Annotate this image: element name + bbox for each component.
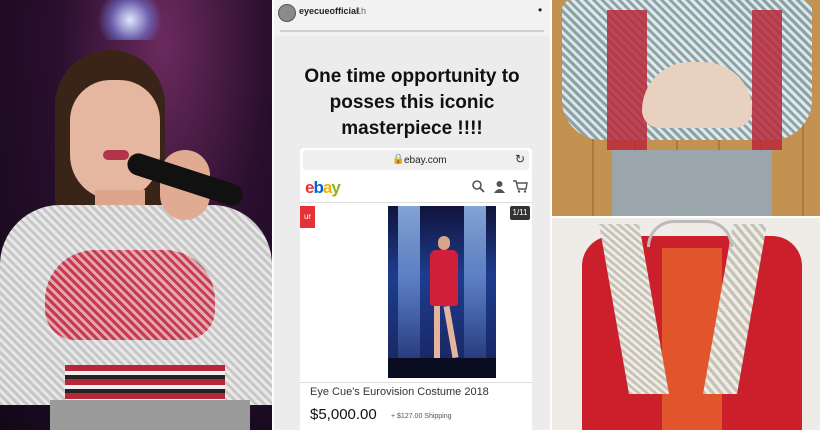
stage-light: [95, 0, 165, 40]
costume-top-photo: [552, 0, 820, 216]
face: [70, 80, 160, 200]
search-icon[interactable]: [472, 180, 485, 196]
instagram-story: eyecueofficial 1h • One time opportunity…: [274, 0, 550, 430]
grey-bodysuit: [612, 150, 772, 216]
item-divider: [300, 382, 532, 383]
ebay-logo[interactable]: ebay: [305, 178, 341, 198]
lock-icon: 🔒: [392, 154, 405, 165]
performer-head: [438, 236, 450, 250]
lips: [103, 150, 129, 160]
red-panel: [752, 10, 782, 150]
red-jacket-photo: [552, 218, 820, 430]
light-beam: [464, 206, 486, 378]
story-headline: One time opportunity to posses this icon…: [304, 66, 520, 139]
header-divider: [300, 202, 532, 203]
url-text: ebay.com: [404, 155, 447, 166]
more-options-icon[interactable]: •: [538, 3, 542, 17]
reload-icon[interactable]: ↻: [515, 152, 525, 166]
striped-belt: [65, 365, 225, 405]
username[interactable]: eyecueofficial: [299, 6, 359, 16]
hanger: [647, 220, 733, 247]
stage-floor: [388, 358, 496, 378]
red-costume: [430, 250, 458, 306]
promo-ribbon: ur: [300, 206, 315, 228]
address-bar[interactable]: 🔒 ebay.com ↻: [303, 150, 529, 170]
item-price: $5,000.00: [310, 406, 377, 423]
image-counter: 1/11: [510, 206, 530, 220]
light-beam: [398, 206, 420, 378]
product-image[interactable]: [388, 206, 496, 378]
performer-leg: [443, 305, 459, 359]
ebay-logo-y: y: [331, 178, 341, 197]
skirt: [50, 400, 250, 430]
shipping-cost: + $127.00 Shipping: [391, 413, 452, 420]
performer-photo: [0, 0, 272, 430]
post-time: 1h: [356, 6, 367, 16]
user-icon[interactable]: [493, 180, 506, 196]
ebay-browser-screenshot: 🔒 ebay.com ↻ ebay ur 1/11 Eye Cue's Euro…: [300, 148, 532, 430]
cart-icon[interactable]: [513, 180, 528, 196]
red-panel: [607, 10, 647, 150]
avatar[interactable]: [278, 4, 296, 22]
ebay-logo-b: b: [313, 178, 323, 197]
story-header: eyecueofficial 1h •: [274, 0, 550, 36]
performer-leg: [434, 306, 440, 358]
story-progress-bar: [280, 30, 544, 32]
item-title[interactable]: Eye Cue's Eurovision Costume 2018: [310, 386, 489, 398]
red-bra-panel: [45, 250, 215, 340]
